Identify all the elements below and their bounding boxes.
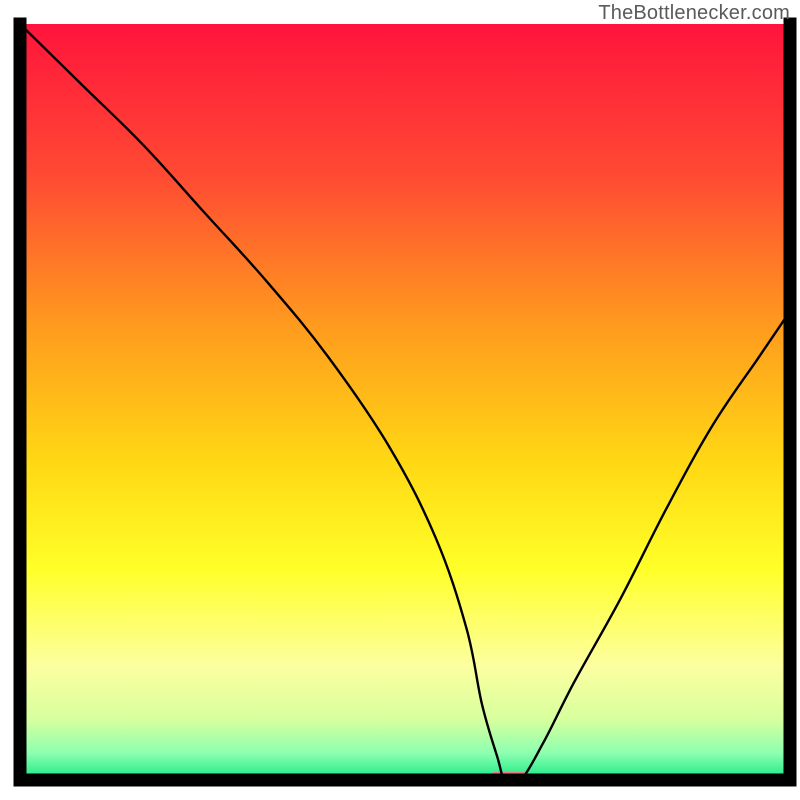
bottleneck-chart <box>0 0 800 800</box>
chart-container: { "watermark": "TheBottlenecker.com", "c… <box>0 0 800 800</box>
watermark-text: TheBottlenecker.com <box>598 2 790 25</box>
